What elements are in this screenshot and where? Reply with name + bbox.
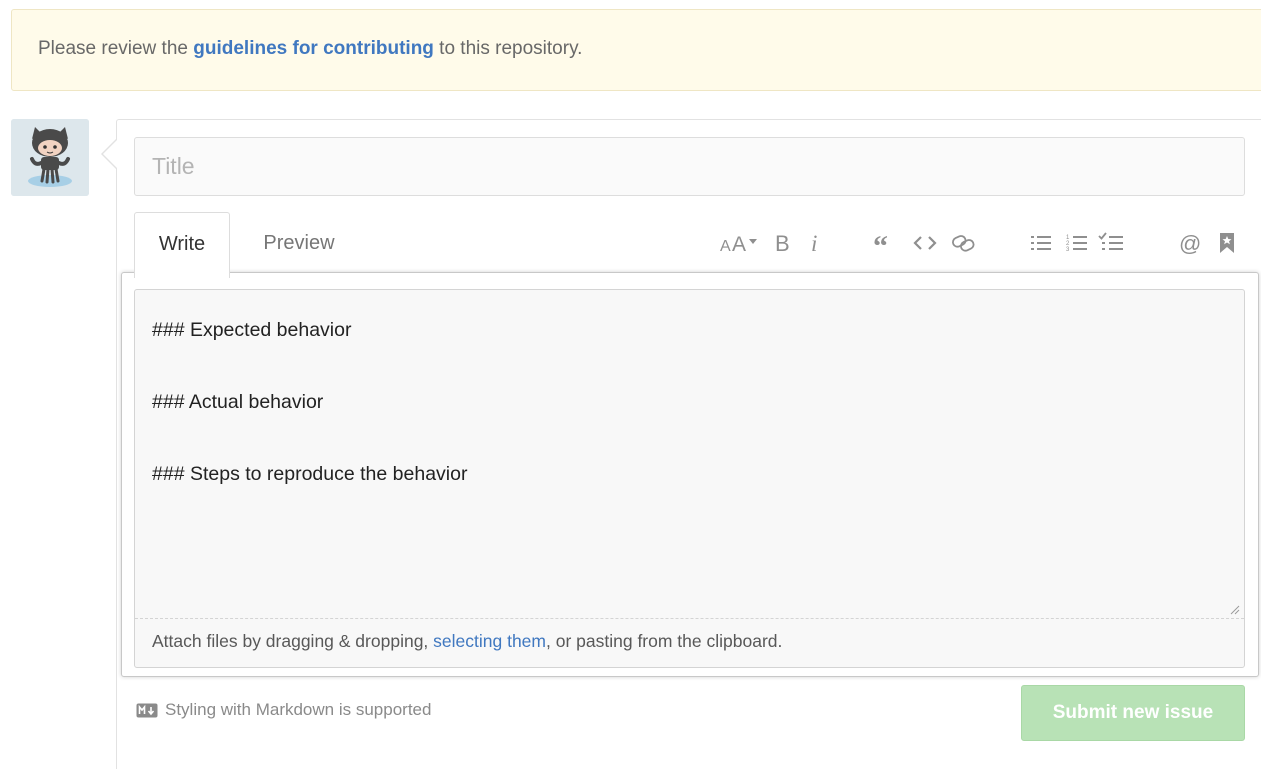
guidelines-link[interactable]: guidelines for contributing <box>193 38 434 59</box>
notice-text-after: to this repository. <box>433 38 583 59</box>
select-files-link[interactable]: selecting them <box>433 631 546 651</box>
octocat-icon <box>11 119 89 196</box>
reference-icon[interactable] <box>1214 228 1240 258</box>
italic-icon[interactable]: i <box>804 228 826 258</box>
text-size-icon[interactable]: A A <box>718 228 766 258</box>
issue-body-textarea[interactable]: ### Expected behavior ### Actual behavio… <box>135 290 1244 620</box>
svg-text:B: B <box>775 231 790 256</box>
contributing-notice: Please review the guidelines for contrib… <box>11 9 1261 91</box>
svg-text:3: 3 <box>1066 247 1070 253</box>
svg-text:A: A <box>732 233 746 256</box>
tab-preview[interactable]: Preview <box>236 212 362 278</box>
ordered-list-icon[interactable]: 1 2 3 <box>1063 228 1091 258</box>
attach-files-hint: Attach files by dragging & dropping, sel… <box>152 631 782 652</box>
tab-write[interactable]: Write <box>134 212 230 278</box>
markdown-support-text: Styling with Markdown is supported <box>165 700 432 719</box>
link-icon[interactable] <box>948 228 980 258</box>
svg-text:i: i <box>811 231 817 256</box>
svg-text:@: @ <box>1179 231 1201 256</box>
attach-text-before: Attach files by dragging & dropping, <box>152 631 434 651</box>
markdown-support-link[interactable]: Styling with Markdown is supported <box>136 700 431 720</box>
notice-text: Please review the guidelines for contrib… <box>38 38 582 60</box>
mention-icon[interactable]: @ <box>1176 228 1204 258</box>
unordered-list-icon[interactable] <box>1027 228 1055 258</box>
avatar[interactable] <box>11 119 89 196</box>
task-list-icon[interactable] <box>1096 228 1128 258</box>
drag-drop-divider <box>135 618 1244 619</box>
svg-text:“: “ <box>873 230 888 258</box>
comment-body-container: ### Expected behavior ### Actual behavio… <box>134 289 1245 668</box>
resize-handle-icon[interactable] <box>1230 605 1240 615</box>
quote-icon[interactable]: “ <box>870 228 898 263</box>
bold-icon[interactable]: B <box>770 228 796 258</box>
notice-text-before: Please review the <box>38 38 194 59</box>
submit-new-issue-button[interactable]: Submit new issue <box>1021 685 1245 741</box>
title-input[interactable] <box>134 137 1245 196</box>
attach-text-after: , or pasting from the clipboard. <box>546 631 783 651</box>
panel-pointer-fill <box>103 140 117 168</box>
code-icon[interactable] <box>910 228 940 258</box>
markdown-icon <box>136 703 158 718</box>
svg-text:A: A <box>720 238 731 255</box>
